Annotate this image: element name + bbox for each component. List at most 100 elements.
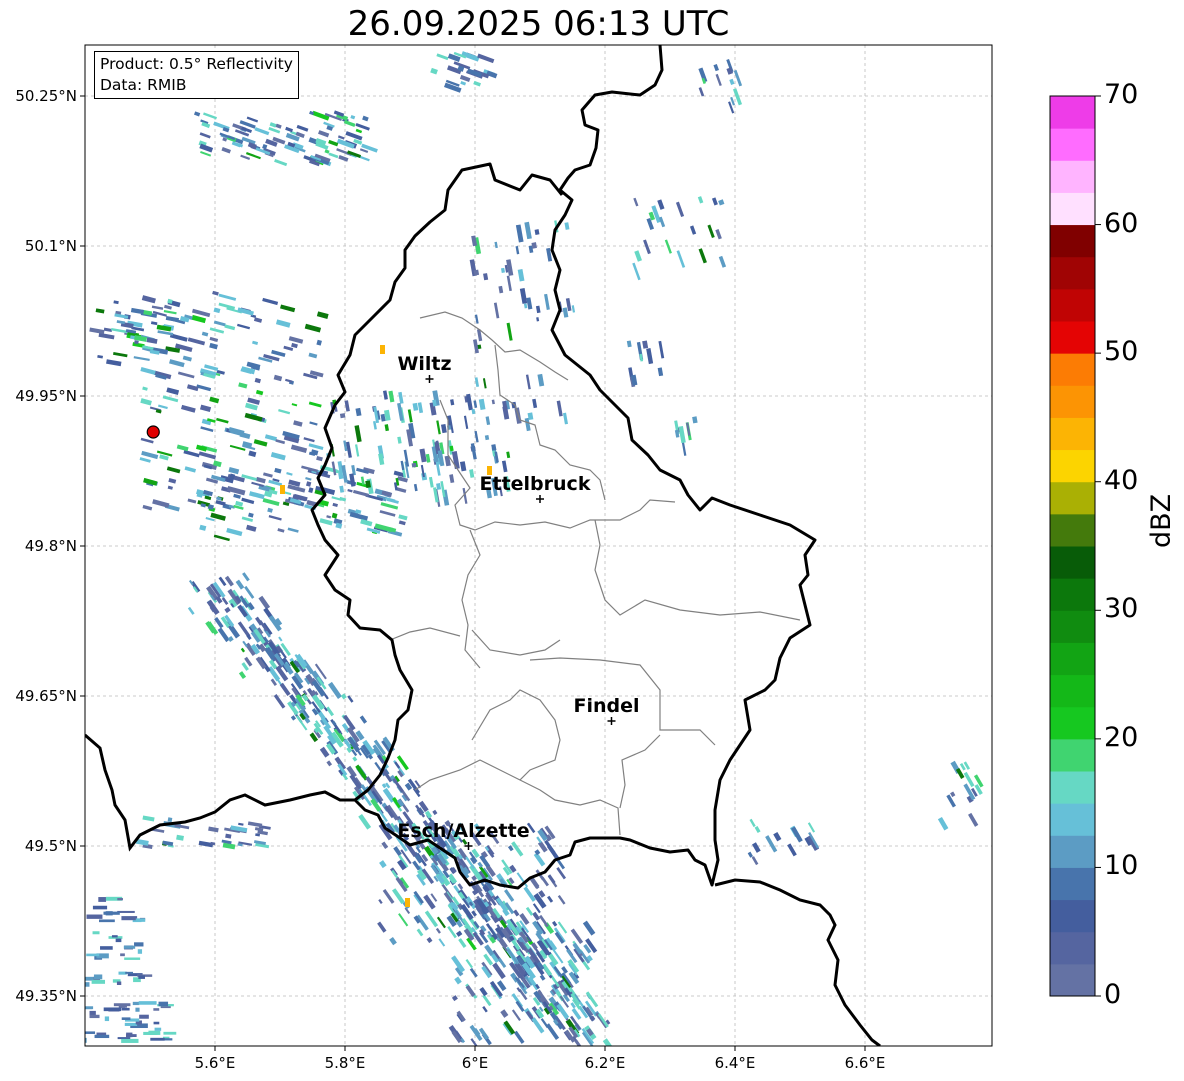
colorbar-swatch [1050, 706, 1095, 740]
echo-cell [124, 957, 141, 960]
colorbar-swatch [1050, 674, 1095, 708]
echo-cell [138, 975, 145, 979]
echo-cell [121, 916, 138, 921]
colorbar-tick-label: 40 [1104, 464, 1139, 496]
echo-cell [85, 1031, 96, 1034]
echo-cell [103, 1007, 122, 1012]
lon-tick-label: 6.6°E [845, 1054, 886, 1072]
echo-cell [125, 971, 134, 974]
colorbar-swatch [1050, 288, 1095, 322]
colorbar-swatch [1050, 899, 1095, 933]
echo-cell [117, 1037, 131, 1040]
colorbar-swatch [1050, 224, 1095, 258]
echo-cell [93, 974, 103, 980]
echo-cell [111, 935, 118, 938]
echo-cell [121, 1038, 139, 1043]
colorbar-swatch [1050, 835, 1095, 868]
lat-tick-label: 49.5°N [25, 837, 77, 855]
echo-cell-high [280, 485, 285, 494]
echo-cell [137, 949, 143, 954]
city-label: Findel [573, 695, 639, 717]
echo-cell [126, 1034, 137, 1037]
lon-tick-label: 5.6°E [195, 1054, 236, 1072]
echo-cell [92, 931, 100, 935]
echo-cell [167, 817, 173, 823]
echo-cell [89, 1014, 100, 1019]
echo-cell [473, 269, 480, 276]
colorbar-swatch [1050, 160, 1095, 193]
echo-cell [135, 918, 146, 922]
echo-cell [86, 914, 103, 919]
echo-cell [117, 910, 135, 913]
colorbar-swatch [1050, 610, 1095, 643]
colorbar-swatch [1050, 642, 1095, 676]
echo-cell [339, 413, 346, 419]
lon-tick-label: 6.4°E [715, 1054, 756, 1072]
echo-cell [115, 938, 122, 943]
map-title: 26.09.2025 06:13 UTC [347, 4, 730, 44]
lat-tick-label: 49.8°N [25, 537, 77, 555]
data-source-label: Data: RMIB [100, 76, 187, 94]
lat-tick-label: 49.35°N [15, 987, 77, 1005]
colorbar-swatch [1050, 578, 1095, 611]
echo-cell [121, 1007, 130, 1011]
echo-cell [138, 1001, 157, 1005]
radar-site-marker [146, 425, 160, 439]
echo-cell [163, 1031, 177, 1035]
echo-cell [98, 897, 107, 902]
echo-cell-high [380, 345, 385, 354]
city-label: Wiltz [397, 353, 451, 375]
echo-cell [123, 945, 136, 949]
echo-cell [160, 1006, 171, 1009]
product-info-box: Product: 0.5° Reflectivity Data: RMIB [94, 51, 299, 99]
echo-cell [86, 953, 100, 957]
lon-tick-label: 6.2°E [585, 1054, 626, 1072]
echo-cell [103, 911, 120, 915]
echo-cell [132, 1001, 140, 1006]
echo-cell [118, 1003, 127, 1008]
colorbar-swatch [1050, 353, 1095, 386]
echo-cell [92, 905, 108, 910]
lat-tick-label: 50.1°N [25, 237, 77, 255]
colorbar-tick-label: 20 [1104, 721, 1139, 753]
colorbar-swatch [1050, 546, 1095, 579]
colorbar-tick-label: 60 [1104, 207, 1139, 239]
echo-cell [153, 1008, 160, 1011]
colorbar-tick-label: 0 [1104, 979, 1122, 1010]
echo-cell [117, 898, 123, 901]
colorbar-swatch [1050, 96, 1095, 129]
city-label: Ettelbruck [480, 473, 591, 495]
echo-cell [85, 982, 90, 987]
echo-cell [91, 979, 106, 984]
colorbar-tick-label: 30 [1104, 593, 1139, 625]
echo-cell [154, 1027, 162, 1031]
colorbar [1049, 95, 1101, 997]
echo-cell [120, 953, 125, 957]
colorbar-swatch [1050, 321, 1095, 354]
echo-cell [124, 1022, 138, 1026]
echo-cell [153, 1021, 160, 1025]
echo-cell [139, 1014, 149, 1019]
city-label: Esch/Alzette [397, 820, 529, 842]
colorbar-swatch [1050, 385, 1095, 418]
product-label: Product: 0.5° Reflectivity [100, 55, 293, 73]
lat-tick-label: 49.95°N [15, 387, 77, 405]
echo-cell [99, 919, 115, 923]
echo-cell [85, 1037, 87, 1043]
echo-cell [150, 1037, 165, 1041]
lat-tick-label: 50.25°N [15, 87, 77, 105]
colorbar-swatch [1050, 803, 1095, 836]
echo-cell [94, 1034, 110, 1039]
lon-tick-label: 6°E [462, 1054, 489, 1072]
echo-cell [164, 1038, 173, 1041]
echo-cell [148, 1030, 161, 1035]
echo-cell [85, 1006, 93, 1010]
colorbar-swatch [1050, 192, 1095, 226]
colorbar-swatch [1050, 771, 1095, 804]
colorbar-swatch [1050, 738, 1095, 772]
colorbar-swatch [1050, 931, 1095, 965]
colorbar-swatch [1050, 481, 1095, 515]
lat-tick-label: 49.65°N [15, 687, 77, 705]
colorbar-swatch [1050, 256, 1095, 290]
colorbar-swatch [1050, 513, 1095, 547]
